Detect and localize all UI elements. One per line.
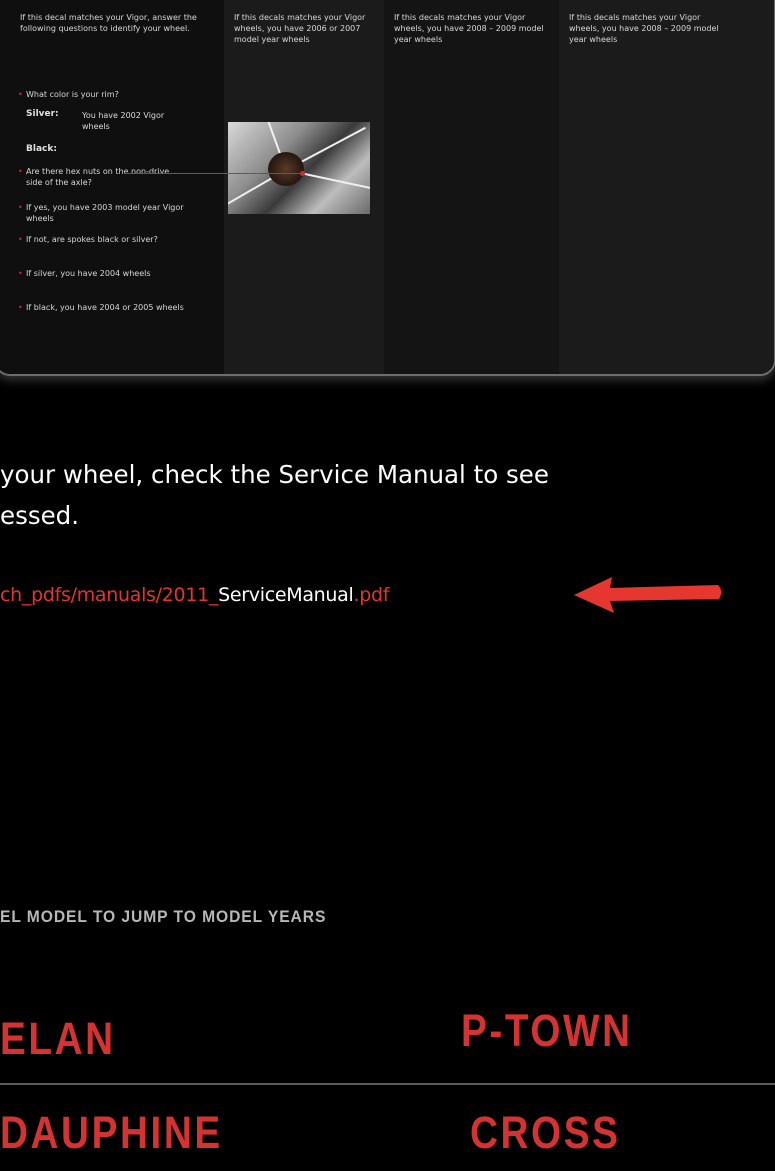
model-link-elan[interactable]: ELAN — [0, 1013, 116, 1065]
bullet-2004-2005: If black, you have 2004 or 2005 wheels — [18, 302, 196, 313]
chart-column-4: If this decals matches your Vigor wheels… — [559, 0, 774, 374]
question-rim-color: What color is your rim? — [18, 89, 206, 100]
col2-text: If this decals matches your Vigor wheels… — [234, 13, 366, 44]
col4-text: If this decals matches your Vigor wheels… — [569, 13, 719, 44]
model-link-p-town[interactable]: P-TOWN — [461, 1005, 633, 1057]
instruction-line-1: your wheel, check the Service Manual to … — [0, 460, 549, 489]
instruction-line-2: essed. — [0, 501, 80, 530]
bullet-2003: If yes, you have 2003 model year Vigor w… — [18, 202, 196, 224]
black-label: Black: — [26, 144, 57, 154]
silver-label: Silver: — [26, 109, 59, 119]
bullet-hex-nuts: Are there hex nuts on the non-drive side… — [18, 166, 186, 188]
wheel-hub-photo — [228, 122, 370, 214]
link-path: ch_pdfs/manuals/2011_ — [0, 584, 219, 606]
service-manual-instruction: your wheel, check the Service Manual to … — [0, 454, 775, 536]
chart-column-1: If this decal matches your Vigor, answer… — [0, 0, 224, 374]
service-manual-link[interactable]: ch_pdfs/manuals/2011_ServiceManual.pdf — [0, 584, 389, 606]
jump-heading: EL MODEL TO JUMP TO MODEL YEARS — [0, 907, 327, 926]
pointer-line — [124, 171, 305, 176]
col1-intro: If this decal matches your Vigor, answer… — [20, 13, 197, 33]
col3-text: If this decals matches your Vigor wheels… — [394, 13, 544, 44]
silver-answer: You have 2002 Vigor wheels — [82, 111, 165, 131]
red-left-arrow-icon — [574, 577, 722, 613]
link-filename: ServiceManual — [218, 584, 354, 606]
bullet-2004: If silver, you have 2004 wheels — [18, 268, 196, 279]
model-link-cross[interactable]: CROSS — [470, 1107, 621, 1159]
divider — [0, 1083, 775, 1085]
chart-column-3: If this decals matches your Vigor wheels… — [384, 0, 559, 374]
bullet-spokes: If not, are spokes black or silver? — [18, 234, 196, 245]
model-link-dauphine[interactable]: DAUPHINE — [0, 1107, 223, 1159]
link-extension: .pdf — [353, 584, 390, 606]
wheel-id-chart-image: If this decal matches your Vigor, answer… — [0, 0, 775, 376]
